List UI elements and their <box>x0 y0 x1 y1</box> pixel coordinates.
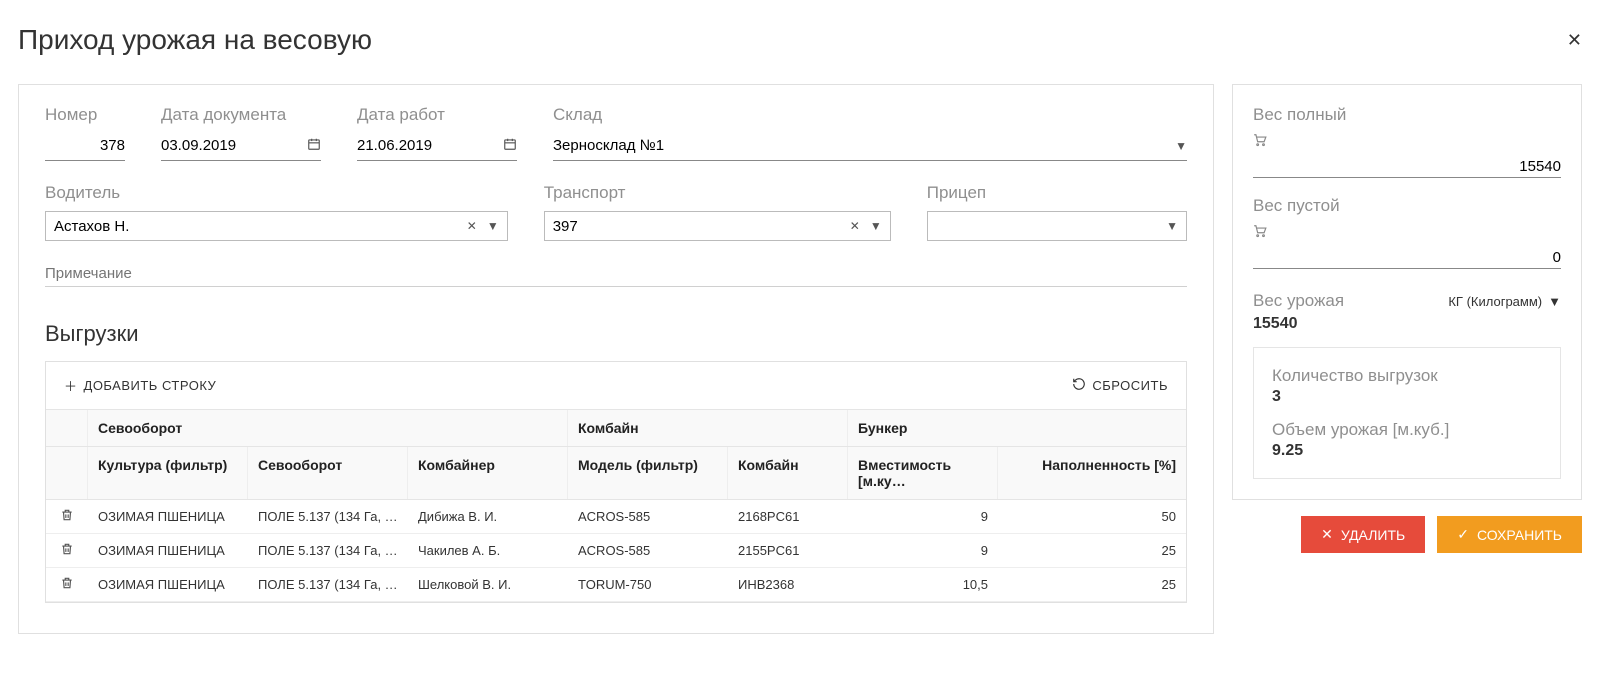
cell-combine: 2168PC61 <box>728 501 848 532</box>
cell-combine: ИНВ2368 <box>728 569 848 600</box>
work-date-input[interactable] <box>357 137 497 154</box>
clear-icon[interactable]: ✕ <box>850 219 860 233</box>
cell-culture: ОЗИМАЯ ПШЕНИЦА <box>88 569 248 600</box>
cell-combine: 2155PC61 <box>728 535 848 566</box>
calendar-icon[interactable] <box>307 137 321 154</box>
delete-button[interactable]: ✕ УДАЛИТЬ <box>1301 516 1425 553</box>
transport-select[interactable] <box>553 218 840 235</box>
warehouse-label: Склад <box>553 105 1187 125</box>
chevron-down-icon: ▼ <box>1548 294 1561 309</box>
clear-icon[interactable]: ✕ <box>467 219 477 233</box>
check-icon: ✓ <box>1457 526 1469 543</box>
col-model[interactable]: Модель (фильтр) <box>568 447 728 499</box>
cell-culture: ОЗИМАЯ ПШЕНИЦА <box>88 501 248 532</box>
cell-sevo: ПОЛЕ 5.137 (134 Га, "Сила … <box>248 535 408 566</box>
col-combine[interactable]: Комбайн <box>728 447 848 499</box>
cell-model: ACROS-585 <box>568 535 728 566</box>
cell-combiner: Чакилев А. Б. <box>408 535 568 566</box>
cell-sevo: ПОЛЕ 5.137 (134 Га, "Сила … <box>248 569 408 600</box>
empty-weight-label: Вес пустой <box>1253 196 1561 216</box>
col-combiner[interactable]: Комбайнер <box>408 447 568 499</box>
main-form-panel: Номер Дата документа Дата работ <box>18 84 1214 634</box>
cell-capacity: 9 <box>848 501 998 532</box>
doc-date-input[interactable] <box>161 137 301 154</box>
number-label: Номер <box>45 105 125 125</box>
calendar-icon[interactable] <box>503 137 517 154</box>
cell-fill: 50 <box>998 501 1186 532</box>
doc-date-label: Дата документа <box>161 105 321 125</box>
cell-combiner: Шелковой В. И. <box>408 569 568 600</box>
trash-icon[interactable] <box>60 544 74 559</box>
cell-sevo: ПОЛЕ 5.137 (134 Га, "Сила … <box>248 501 408 532</box>
unloads-title: Выгрузки <box>45 321 1187 347</box>
unit-label: КГ (Килограмм) <box>1448 294 1542 309</box>
delete-label: УДАЛИТЬ <box>1341 527 1405 543</box>
driver-select[interactable] <box>54 218 457 235</box>
add-row-label: ДОБАВИТЬ СТРОКУ <box>84 378 217 393</box>
trash-icon[interactable] <box>60 578 74 593</box>
table-row[interactable]: ОЗИМАЯ ПШЕНИЦАПОЛЕ 5.137 (134 Га, "Сила … <box>46 568 1186 602</box>
volume-value: 9.25 <box>1272 442 1542 460</box>
full-weight-label: Вес полный <box>1253 105 1561 125</box>
close-icon: ✕ <box>1321 526 1333 543</box>
unloads-grid: ＋ ДОБАВИТЬ СТРОКУ СБРОСИТЬ Севооборот Ко… <box>45 361 1187 603</box>
warehouse-select[interactable] <box>553 137 1169 154</box>
harvest-weight-label: Вес урожая <box>1253 291 1344 311</box>
reset-icon <box>1072 377 1086 394</box>
cart-empty-icon <box>1253 224 1561 241</box>
col-group-combine: Комбайн <box>568 410 848 446</box>
volume-label: Объем урожая [м.куб.] <box>1272 420 1542 440</box>
number-input[interactable] <box>45 137 125 154</box>
cell-culture: ОЗИМАЯ ПШЕНИЦА <box>88 535 248 566</box>
unload-count-value: 3 <box>1272 388 1542 406</box>
reset-label: СБРОСИТЬ <box>1092 378 1168 393</box>
harvest-weight-value: 15540 <box>1253 315 1561 333</box>
cell-fill: 25 <box>998 569 1186 600</box>
full-weight-input[interactable] <box>1253 158 1561 175</box>
save-label: СОХРАНИТЬ <box>1477 527 1562 543</box>
plus-icon: ＋ <box>64 376 78 395</box>
reset-button[interactable]: СБРОСИТЬ <box>1072 376 1168 395</box>
cart-full-icon <box>1253 133 1561 150</box>
trailer-label: Прицеп <box>927 183 1187 203</box>
col-sevo[interactable]: Севооборот <box>248 447 408 499</box>
col-culture[interactable]: Культура (фильтр) <box>88 447 248 499</box>
trailer-select[interactable] <box>936 218 1156 235</box>
col-group-bunker: Бункер <box>848 410 1186 446</box>
close-icon[interactable]: ✕ <box>1567 30 1582 51</box>
cell-capacity: 10,5 <box>848 569 998 600</box>
trash-icon[interactable] <box>60 510 74 525</box>
chevron-down-icon[interactable]: ▼ <box>1175 139 1187 153</box>
col-capacity[interactable]: Вместимость [м.ку… <box>848 447 998 499</box>
page-title: Приход урожая на весовую <box>18 24 372 56</box>
add-row-button[interactable]: ＋ ДОБАВИТЬ СТРОКУ <box>64 376 216 395</box>
col-group-sevo: Севооборот <box>88 410 568 446</box>
note-input[interactable] <box>45 265 1187 282</box>
cell-model: TORUM-750 <box>568 569 728 600</box>
chevron-down-icon[interactable]: ▼ <box>1166 219 1178 233</box>
save-button[interactable]: ✓ СОХРАНИТЬ <box>1437 516 1582 553</box>
cell-combiner: Дибижа В. И. <box>408 501 568 532</box>
transport-label: Транспорт <box>544 183 891 203</box>
work-date-label: Дата работ <box>357 105 517 125</box>
table-row[interactable]: ОЗИМАЯ ПШЕНИЦАПОЛЕ 5.137 (134 Га, "Сила … <box>46 500 1186 534</box>
unit-select[interactable]: КГ (Килограмм) ▼ <box>1448 294 1561 309</box>
unload-count-label: Количество выгрузок <box>1272 366 1542 386</box>
chevron-down-icon[interactable]: ▼ <box>487 219 499 233</box>
cell-fill: 25 <box>998 535 1186 566</box>
chevron-down-icon[interactable]: ▼ <box>870 219 882 233</box>
table-row[interactable]: ОЗИМАЯ ПШЕНИЦАПОЛЕ 5.137 (134 Га, "Сила … <box>46 534 1186 568</box>
col-fill[interactable]: Наполненность [%] <box>998 447 1186 499</box>
cell-model: ACROS-585 <box>568 501 728 532</box>
driver-label: Водитель <box>45 183 508 203</box>
cell-capacity: 9 <box>848 535 998 566</box>
empty-weight-input[interactable] <box>1253 249 1561 266</box>
